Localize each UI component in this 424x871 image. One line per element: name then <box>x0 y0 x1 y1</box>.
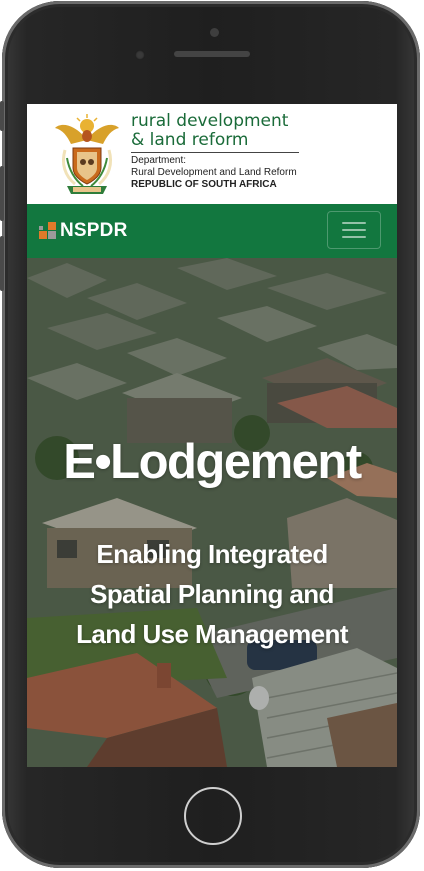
department-label: Department: <box>131 155 187 166</box>
hero-subtitle-line1: Enabling Integrated <box>96 539 328 569</box>
hero-overlay <box>27 258 397 767</box>
government-header: rural development & land reform Departme… <box>27 104 397 204</box>
hero-subtitle-line2: Spatial Planning and <box>90 579 334 609</box>
home-button[interactable] <box>184 787 242 845</box>
coat-of-arms-icon <box>55 114 119 194</box>
brand-name: NSPDR <box>60 220 128 241</box>
department-subtitle: Department: Rural Development and Land R… <box>131 155 297 191</box>
mute-switch <box>0 101 4 131</box>
country-name: REPUBLIC OF SOUTH AFRICA <box>131 179 277 190</box>
navbar: NSPDR <box>27 204 397 258</box>
department-title: rural development & land reform <box>131 112 288 150</box>
sensor-dot <box>210 28 219 37</box>
menu-toggle-button[interactable] <box>327 211 381 249</box>
earpiece-speaker <box>174 51 250 57</box>
hamburger-menu-icon <box>342 222 366 238</box>
volume-up-button <box>0 166 4 221</box>
hero-title: E•Lodgement <box>63 435 362 489</box>
nspdr-logo-icon <box>39 222 56 239</box>
brand-link[interactable]: NSPDR <box>39 220 128 242</box>
department-title-line2: & land reform <box>131 130 249 150</box>
phone-screen: rural development & land reform Departme… <box>27 104 397 767</box>
hero-subtitle-line3: Land Use Management <box>76 619 348 649</box>
front-camera-icon <box>135 50 145 60</box>
volume-down-button <box>0 236 4 291</box>
department-name: Rural Development and Land Reform <box>131 167 297 178</box>
hero-section: E•Lodgement Enabling Integrated Spatial … <box>27 258 397 767</box>
hero-subtitle: Enabling Integrated Spatial Planning and… <box>27 534 397 654</box>
department-title-line1: rural development <box>131 111 289 131</box>
header-divider <box>131 152 299 153</box>
